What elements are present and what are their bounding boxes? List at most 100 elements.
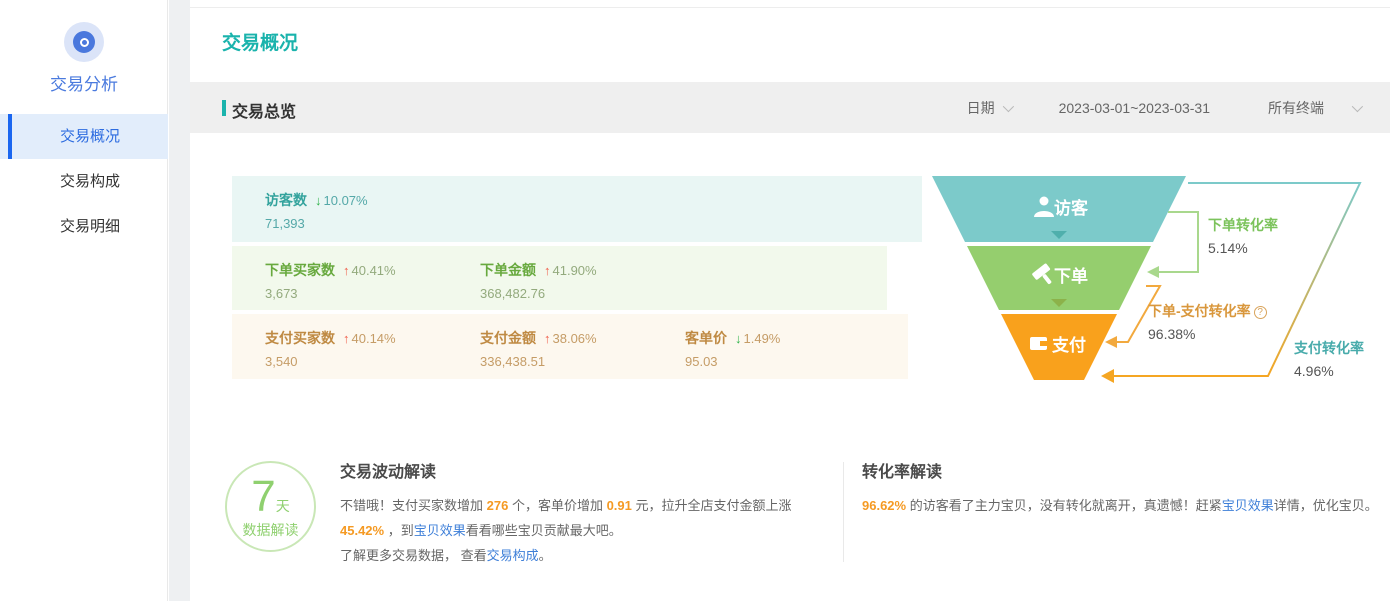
sidebar: 交易分析 交易概况 交易构成 交易明细 <box>0 0 168 601</box>
metric-change-pct: 40.41% <box>351 263 396 278</box>
sidebar-item-1[interactable]: 交易构成 <box>0 159 168 204</box>
sidebar-item-2[interactable]: 交易明细 <box>0 204 168 249</box>
text-segment: 看看哪些宝贝贡献最大吧。 <box>465 523 622 538</box>
inline-link[interactable]: 宝贝效果 <box>414 523 466 538</box>
metric-row-green: 下单买家数 ↑ 40.41% 3,673 下单金额 ↑ 41.90% 368,482.76 <box>232 246 887 310</box>
arrowhead-icon <box>1105 336 1117 348</box>
funnel-stage-label: 下单 <box>1054 266 1088 286</box>
metric-change-pct: 1.49% <box>743 331 781 346</box>
trade-fluctuation-insight: 交易波动解读 不错哦！支付买家数增加 276 个，客单价增加 0.91 元，拉升… <box>340 458 798 568</box>
insight-text: 了解更多交易数据， 查看交易构成。 <box>340 543 798 568</box>
text-segment: 了解更多交易数据， 查看 <box>340 548 487 563</box>
chevron-down-icon <box>1002 100 1014 112</box>
sidebar-title: 交易分析 <box>50 75 118 94</box>
insight-title: 转化率解读 <box>862 464 943 481</box>
date-dropdown[interactable]: 日期 <box>966 98 1014 118</box>
up-arrow-icon: ↑ <box>544 263 551 278</box>
terminal-dropdown-label: 所有终端 <box>1268 99 1324 116</box>
inline-link[interactable]: 宝贝效果 <box>1222 498 1274 513</box>
insight-text: 96.62% 的访客看了主力宝贝，没有转化就离开，真遗憾！赶紧宝贝效果详情，优化… <box>862 493 1384 518</box>
metric-0-0[interactable]: 访客数 ↓ 10.07% 71,393 <box>265 190 368 231</box>
funnel-stage-label: 访客 <box>1054 198 1089 218</box>
help-icon[interactable]: ? <box>1253 306 1267 319</box>
sidebar-gap <box>169 0 190 601</box>
badge-number: 7 <box>251 472 276 521</box>
order-conversion-rate: 下单转化率 5.14% <box>1208 215 1278 256</box>
metric-2-0[interactable]: 支付买家数 ↑ 40.14% 3,540 <box>265 328 396 369</box>
metric-label: 支付买家数 <box>265 330 335 346</box>
insight-title: 交易波动解读 <box>340 464 437 481</box>
app-logo <box>0 22 168 62</box>
text-segment: 不错哦！支付买家数增加 <box>340 498 487 513</box>
order-pay-conversion-rate: 下单-支付转化率? 96.38% <box>1148 301 1267 342</box>
conversion-insight: 转化率解读 96.62% 的访客看了主力宝贝，没有转化就离开，真遗憾！赶紧宝贝效… <box>862 458 1384 518</box>
rate-value: 5.14% <box>1208 240 1248 256</box>
up-arrow-icon: ↑ <box>343 263 350 278</box>
metric-row-teal: 访客数 ↓ 10.07% 71,393 <box>232 176 922 242</box>
rate-label: 下单-支付转化率 <box>1148 303 1251 319</box>
date-dropdown-label: 日期 <box>966 99 995 116</box>
up-arrow-icon: ↑ <box>343 331 350 346</box>
metric-change-pct: 38.06% <box>552 331 597 346</box>
text-segment: 个，客单价增加 <box>508 498 607 513</box>
metric-label: 下单金额 <box>480 262 536 278</box>
highlight-number: 96.62% <box>862 498 907 513</box>
down-arrow-icon: ↓ <box>735 331 742 346</box>
rate-value: 96.38% <box>1148 326 1196 342</box>
text-segment: 的访客看了主力宝贝，没有转化就离开，真遗憾！赶紧 <box>906 498 1222 513</box>
metric-change-pct: 40.14% <box>351 331 396 346</box>
badge-unit: 天 <box>275 498 290 514</box>
section-toolbar: 交易总览 日期 2023-03-01~2023-03-31 所有终端 <box>190 82 1390 133</box>
section-title: 交易总览 <box>222 98 296 122</box>
funnel-stage-label: 支付 <box>1052 335 1086 355</box>
metric-2-1[interactable]: 支付金额 ↑ 38.06% 336,438.51 <box>480 328 597 369</box>
arrowhead-icon <box>1101 369 1114 383</box>
chevron-down-icon <box>1351 100 1364 112</box>
highlight-number: 276 <box>486 498 509 513</box>
sidebar-menu: 交易概况 交易构成 交易明细 <box>0 114 168 249</box>
inline-link[interactable]: 交易构成 <box>487 548 539 563</box>
metric-change-pct: 41.90% <box>552 263 597 278</box>
sidebar-item-0[interactable]: 交易概况 <box>0 114 168 159</box>
metric-2-2[interactable]: 客单价 ↓ 1.49% 95.03 <box>685 328 780 369</box>
up-arrow-icon: ↑ <box>544 331 551 346</box>
logo-circle-icon <box>64 22 104 62</box>
arrowhead-icon <box>1147 266 1159 278</box>
metric-label: 客单价 <box>685 330 727 346</box>
vertical-divider <box>843 462 844 562</box>
metric-value: 3,540 <box>265 354 298 369</box>
insight-text: 不错哦！支付买家数增加 276 个，客单价增加 0.91 元，拉升全店支付金额上… <box>340 493 798 543</box>
text-segment: ，到 <box>384 523 414 538</box>
text-segment: 详情，优化宝贝。 <box>1273 498 1378 513</box>
page: 交易分析 交易概况 交易构成 交易明细 交易概况 交易总览 日期 2023-03-0… <box>0 0 1390 601</box>
wallet-icon <box>1030 337 1047 350</box>
metric-value: 368,482.76 <box>480 286 546 301</box>
payment-conversion-rate: 支付转化率 4.96% <box>1294 338 1364 379</box>
top-divider <box>190 7 1390 8</box>
badge-caption: 数据解读 <box>242 522 299 538</box>
page-title: 交易概况 <box>222 33 299 54</box>
metric-value: 95.03 <box>685 354 718 369</box>
seven-day-badge: 7天 数据解读 <box>225 461 316 552</box>
metric-1-0[interactable]: 下单买家数 ↑ 40.41% 3,673 <box>265 260 396 301</box>
terminal-dropdown[interactable]: 所有终端 <box>1268 98 1364 118</box>
conversion-funnel: 访客 下单 支付 下单转化率 5.14% 下单-支付转化率? 96.38% 支付… <box>920 165 1390 410</box>
text-segment: 元，拉升全店支付金额上涨 <box>631 498 792 513</box>
date-range-picker[interactable]: 2023-03-01~2023-03-31 <box>1059 100 1210 116</box>
text-segment: 。 <box>538 548 552 563</box>
metric-change-pct: 10.07% <box>323 193 368 208</box>
metric-label: 下单买家数 <box>265 262 335 278</box>
metric-value: 71,393 <box>265 216 305 231</box>
highlight-number: 0.91 <box>606 498 632 513</box>
metric-label: 访客数 <box>265 192 307 208</box>
metric-label: 支付金额 <box>480 330 536 346</box>
metric-1-1[interactable]: 下单金额 ↑ 41.90% 368,482.76 <box>480 260 597 301</box>
metric-row-orange: 支付买家数 ↑ 40.14% 3,540 支付金额 ↑ 38.06% 336,438.51 客单… <box>232 314 908 379</box>
rate-value: 4.96% <box>1294 363 1334 379</box>
metric-value: 336,438.51 <box>480 354 546 369</box>
metric-value: 3,673 <box>265 286 298 301</box>
rate-label: 下单转化率 <box>1208 217 1278 233</box>
rate-label: 支付转化率 <box>1294 340 1364 356</box>
highlight-number: 45.42% <box>340 523 385 538</box>
down-arrow-icon: ↓ <box>315 193 322 208</box>
